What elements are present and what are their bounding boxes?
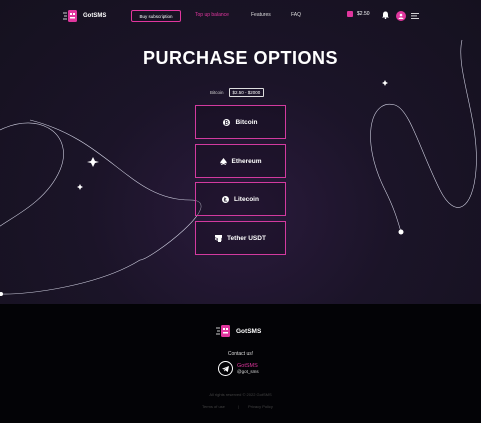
footer-logo[interactable]: GotSMS <box>216 324 261 338</box>
ethereum-icon <box>219 157 227 165</box>
price-range-select[interactable]: $2.50 - $2000 <box>228 88 265 97</box>
faq-link[interactable]: FAQ <box>291 12 301 18</box>
option-tether[interactable]: Tether USDT <box>195 221 286 255</box>
contact-heading: Contact us! <box>227 351 254 357</box>
svg-text:Ł: Ł <box>223 197 228 203</box>
wallet-icon <box>347 11 353 17</box>
user-icon <box>398 13 404 19</box>
logo-text: GotSMS <box>83 13 107 19</box>
option-bitcoin[interactable]: ₿ Bitcoin <box>195 105 286 139</box>
tether-icon <box>215 234 223 242</box>
page-title: PURCHASE OPTIONS <box>142 48 339 68</box>
legal-divider: | <box>238 404 240 409</box>
privacy-link[interactable]: Privacy Policy <box>248 404 273 409</box>
option-label: Litecoin <box>234 195 259 203</box>
svg-text:₿: ₿ <box>225 119 230 126</box>
telegram-icon <box>222 365 229 372</box>
bell-icon[interactable] <box>382 11 389 19</box>
top-up-balance-link[interactable]: Top up balance <box>195 12 229 18</box>
filter-label: Bitcoin <box>210 90 224 95</box>
features-link[interactable]: Features <box>251 12 271 18</box>
copyright-text: All rights reserved © 2022 GotSMS <box>209 392 272 397</box>
option-ethereum[interactable]: Ethereum <box>195 144 286 178</box>
litecoin-icon: Ł <box>222 195 230 203</box>
option-litecoin[interactable]: Ł Litecoin <box>195 182 286 216</box>
avatar[interactable] <box>396 11 406 21</box>
telegram-handle: @got_sms <box>237 368 259 374</box>
telegram-name: GotSMS <box>237 362 258 369</box>
telegram-icon-wrap <box>218 361 233 376</box>
gotsms-logo-icon <box>216 325 230 337</box>
terms-link[interactable]: Terms of use <box>202 404 225 409</box>
logo[interactable]: GotSMS <box>63 9 106 23</box>
top-navbar: GotSMS Buy subscription Top up balance F… <box>0 0 481 32</box>
option-label: Bitcoin <box>235 118 258 126</box>
balance-display[interactable]: $2.50 <box>347 11 370 17</box>
option-label: Tether USDT <box>227 234 266 242</box>
balance-amount: $2.50 <box>357 11 370 17</box>
footer-logo-text: GotSMS <box>236 327 262 335</box>
telegram-contact[interactable]: GotSMS @got_sms <box>218 361 259 376</box>
bitcoin-icon: ₿ <box>223 118 231 126</box>
buy-subscription-button[interactable]: Buy subscription <box>131 10 181 22</box>
gotsms-logo-icon <box>63 10 77 22</box>
option-label: Ethereum <box>231 157 262 165</box>
menu-icon[interactable] <box>411 13 419 19</box>
currency-filter: Bitcoin $2.50 - $2000 <box>210 88 265 97</box>
